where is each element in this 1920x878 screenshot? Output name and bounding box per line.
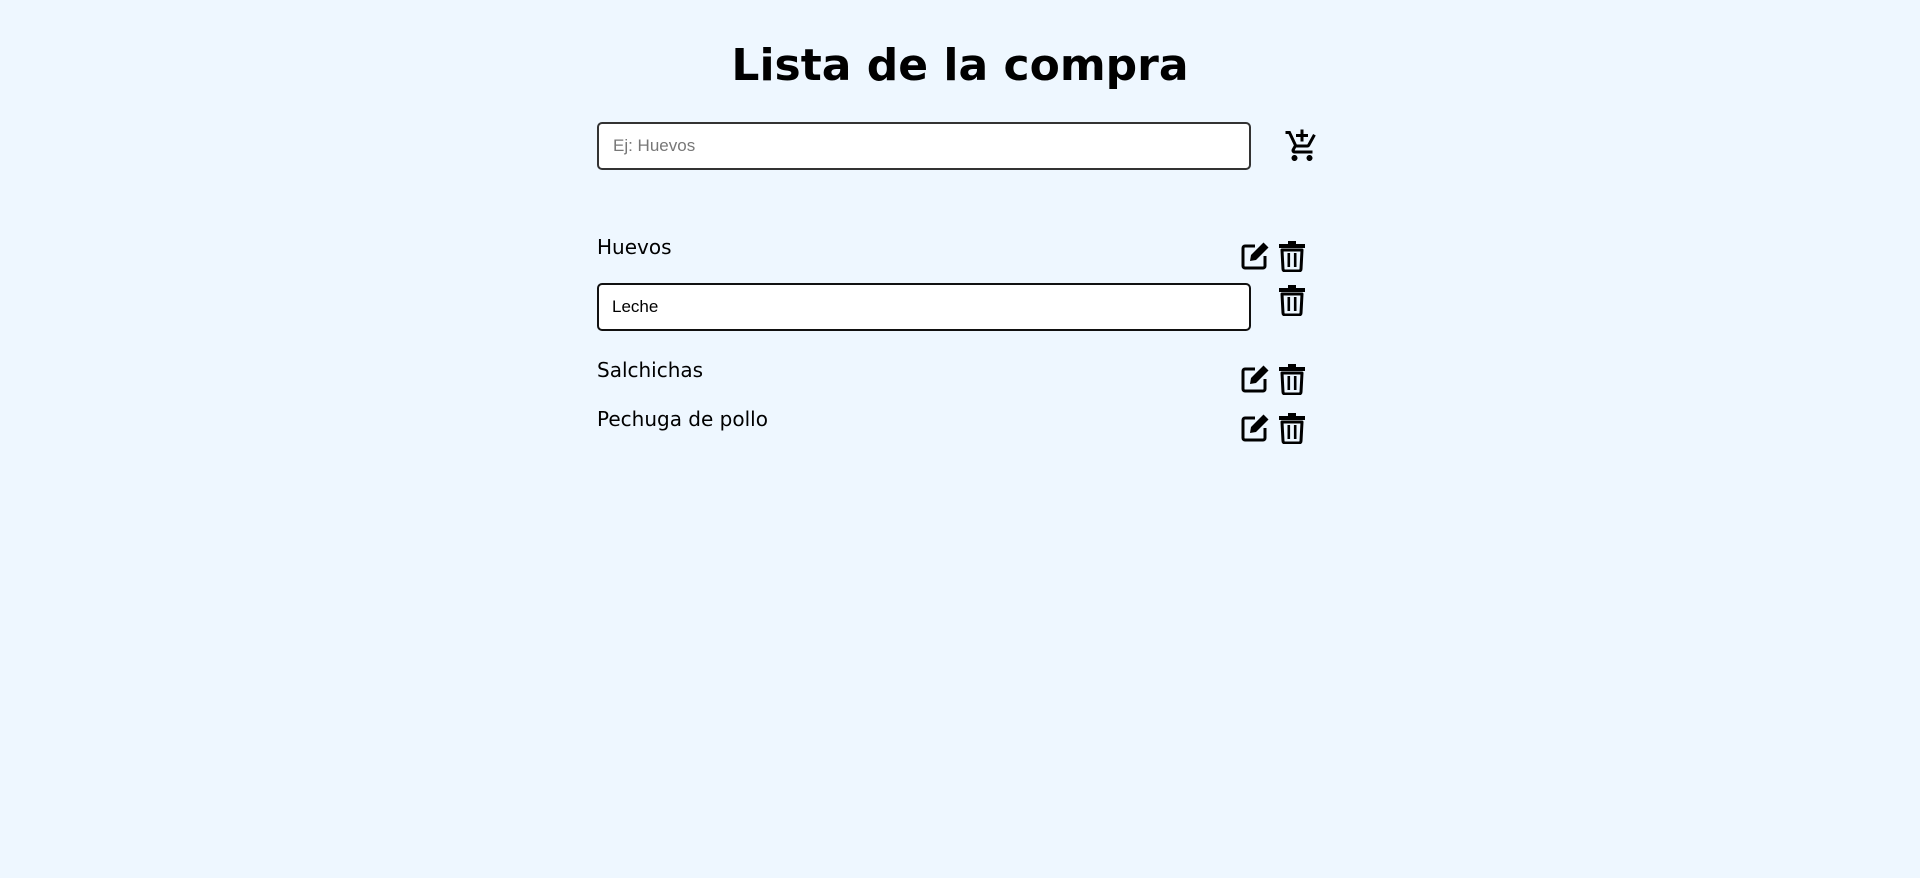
delete-button[interactable]	[1275, 411, 1309, 445]
item-label: Huevos	[597, 235, 672, 259]
new-item-input[interactable]	[597, 122, 1251, 170]
page-title: Lista de la compra	[731, 40, 1189, 91]
edit-item-input[interactable]	[597, 283, 1251, 331]
delete-button[interactable]	[1275, 362, 1309, 396]
trash-icon	[1279, 413, 1305, 444]
list-item: Pechuga de pollo	[597, 406, 1307, 454]
trash-icon	[1279, 285, 1305, 316]
edit-button[interactable]	[1238, 411, 1272, 445]
trash-icon	[1279, 241, 1305, 272]
delete-button[interactable]	[1275, 283, 1309, 317]
edit-icon	[1241, 242, 1269, 270]
trash-icon	[1279, 364, 1305, 395]
edit-button[interactable]	[1238, 362, 1272, 396]
item-label: Salchichas	[597, 358, 704, 382]
shopping-list-page: Lista de la compra Huevos	[0, 0, 1920, 878]
list-item-editing	[597, 283, 1307, 331]
delete-button[interactable]	[1275, 239, 1309, 273]
edit-icon	[1241, 365, 1269, 393]
add-item-button[interactable]	[1280, 124, 1324, 168]
item-label: Pechuga de pollo	[597, 407, 768, 431]
add-to-cart-icon	[1285, 129, 1316, 161]
edit-icon	[1241, 414, 1269, 442]
edit-button[interactable]	[1238, 239, 1272, 273]
list-item: Huevos	[597, 234, 1307, 282]
list-item: Salchichas	[597, 357, 1307, 405]
